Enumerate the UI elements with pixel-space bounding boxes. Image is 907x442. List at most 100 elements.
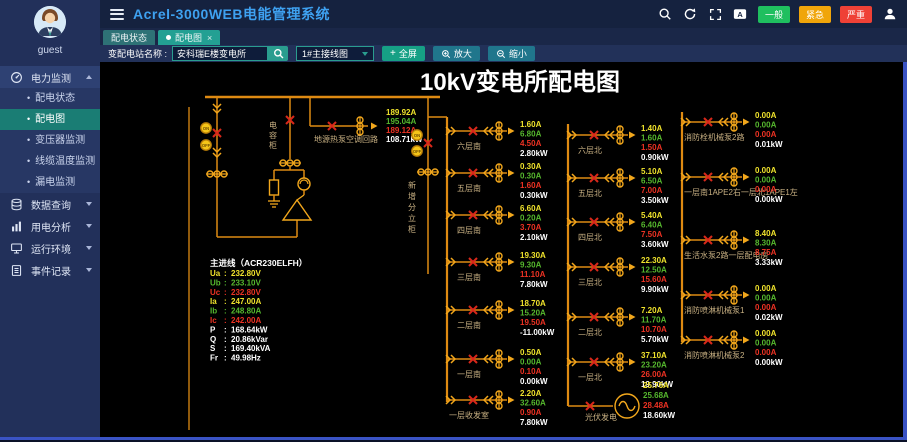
feeder-value: 7.80kW (520, 418, 548, 427)
feeder-value: 0.20A (520, 214, 542, 223)
status-lamp-label: ON (414, 133, 420, 138)
feeder-label: 消防喷淋机械泵2 (684, 350, 745, 360)
feeder-label: 二层南 (457, 320, 481, 330)
feeder-label: 六层南 (457, 141, 481, 151)
feeder-value: 25.76A (643, 381, 669, 390)
feeder-value: 2.10kW (520, 233, 548, 242)
bullet-icon: • (27, 156, 30, 166)
bullet-icon: • (27, 93, 30, 103)
diagram-title: 10kV变电所配电图 (420, 68, 620, 96)
cabinet-label: 立 (408, 213, 416, 223)
user-icon[interactable] (882, 7, 897, 22)
active-dot-icon (166, 35, 171, 40)
status-lamp-label: OFF (202, 143, 211, 148)
tab-distribution-diagram[interactable]: 配电图 × (158, 30, 220, 45)
cabinet-label: 电 (269, 120, 277, 130)
metering-value: 247.00A (231, 297, 261, 306)
sidebar-item-4[interactable]: 事件记录 (0, 259, 100, 281)
feeder-value: 1.40A (641, 124, 663, 133)
bullet-icon: • (27, 177, 30, 187)
feeder-value: 6.60A (520, 204, 542, 213)
zoom-in-button[interactable]: 放大 (433, 46, 480, 61)
feeder-value: 0.30A (520, 162, 542, 171)
sidebar-item-3[interactable]: 运行环境 (0, 237, 100, 259)
sidebar-subitem[interactable]: •线缆温度监测 (0, 151, 100, 172)
cabinet-label: 柜 (269, 140, 277, 150)
generator-icon (619, 402, 635, 411)
feeder-value: 5.40A (641, 211, 663, 220)
arrow-icon (508, 259, 515, 266)
feeder-value: 0.00A (755, 185, 777, 194)
feeder-value: 3.50kW (641, 196, 669, 205)
one-line-diagram: 10kV变电所配电图ONOFF电容柜地源热泵空调回路189.92A195.04A… (100, 62, 903, 437)
sidebar-item-label: 运行环境 (31, 241, 86, 256)
sidebar-subitem[interactable]: •配电图 (0, 109, 100, 130)
search-icon[interactable] (658, 7, 673, 22)
feeder-value: 3.70A (520, 223, 542, 232)
feeder-label: 光伏发电 (585, 412, 617, 422)
feeder-value: 9.30A (520, 261, 542, 270)
feeder-label: 六层北 (578, 145, 602, 155)
alarm-panel-icon[interactable]: A (733, 7, 748, 22)
arrow-icon (508, 128, 515, 135)
feeder-value: 11.70A (641, 316, 667, 325)
header: Acrel-3000WEB电能管理系统 A 一般紧急严重 (100, 0, 907, 28)
feeder-value: 5.10A (641, 167, 663, 176)
feeder-value: 19.30A (520, 251, 546, 260)
feeder-value: 6.50A (641, 177, 663, 186)
tab-power-status[interactable]: 配电状态 (103, 30, 155, 45)
sidebar-subitem[interactable]: •漏电监测 (0, 172, 100, 193)
arrow-icon (629, 314, 636, 321)
arrow-icon (508, 170, 515, 177)
arrow-icon (629, 175, 636, 182)
arrow-icon (629, 219, 636, 226)
chevron-down-icon (86, 224, 92, 228)
wire (297, 195, 304, 200)
metering-label: Ub (210, 278, 221, 287)
metering-value: 168.64kW (231, 325, 268, 334)
avatar[interactable] (34, 6, 66, 38)
diagram-canvas: 10kV变电所配电图ONOFF电容柜地源热泵空调回路189.92A195.04A… (100, 62, 903, 437)
username: guest (0, 45, 100, 56)
station-search-button[interactable] (268, 46, 288, 61)
metering-value: 242.00A (231, 316, 261, 325)
feeder-label: 一层北 (578, 373, 602, 382)
sidebar-item-1[interactable]: 数据查询 (0, 193, 100, 215)
diagram-select[interactable]: 1#主接线图 (296, 46, 374, 61)
sidebar-item-0[interactable]: 电力监测 (0, 66, 100, 88)
alarm-badge[interactable]: 严重 (840, 6, 872, 23)
close-tab-icon[interactable]: × (207, 33, 212, 43)
station-name-input[interactable] (172, 46, 268, 61)
feeder-value: 26.00A (641, 370, 667, 379)
feeder-value: 0.90kW (641, 153, 669, 162)
metering-label: Fr (210, 354, 218, 363)
menu-toggle-icon[interactable] (110, 6, 124, 22)
feeder-label: 三层南 (457, 272, 481, 282)
sidebar-item-label: 用电分析 (31, 219, 86, 234)
fullscreen-icon[interactable] (708, 7, 723, 22)
metering-label: Ib (210, 307, 217, 316)
feeder-value: 1.60A (520, 181, 542, 190)
arrow-icon (743, 174, 750, 181)
arrow-icon (629, 264, 636, 271)
sidebar-item-label: 电力监测 (31, 70, 86, 85)
sidebar-subitem[interactable]: •变压器监测 (0, 130, 100, 151)
app-title: Acrel-3000WEB电能管理系统 (133, 4, 330, 24)
arrow-icon (508, 397, 515, 404)
data-query-icon (10, 197, 24, 211)
refresh-icon[interactable] (683, 7, 698, 22)
feeder-value: 189.92A (386, 108, 416, 117)
fullscreen-button[interactable]: + 全屏 (382, 46, 425, 61)
zoom-out-button[interactable]: 缩小 (488, 46, 535, 61)
metering-colon: : (224, 278, 227, 287)
sidebar-menu: 电力监测 •配电状态•配电图•变压器监测•线缆温度监测•漏电监测数据查询用电分析运… (0, 66, 100, 281)
sidebar-item-2[interactable]: 用电分析 (0, 215, 100, 237)
sidebar-subitem[interactable]: •配电状态 (0, 88, 100, 109)
feeder-value: 1.60A (641, 134, 663, 143)
alarm-badge[interactable]: 紧急 (799, 6, 831, 23)
feeder-value: 7.50A (641, 230, 663, 239)
feeder-value: 0.02kW (755, 313, 783, 322)
feeder-label: 五层北 (578, 189, 602, 198)
alarm-badge[interactable]: 一般 (758, 6, 790, 23)
feeder-label: 三层北 (578, 278, 602, 287)
